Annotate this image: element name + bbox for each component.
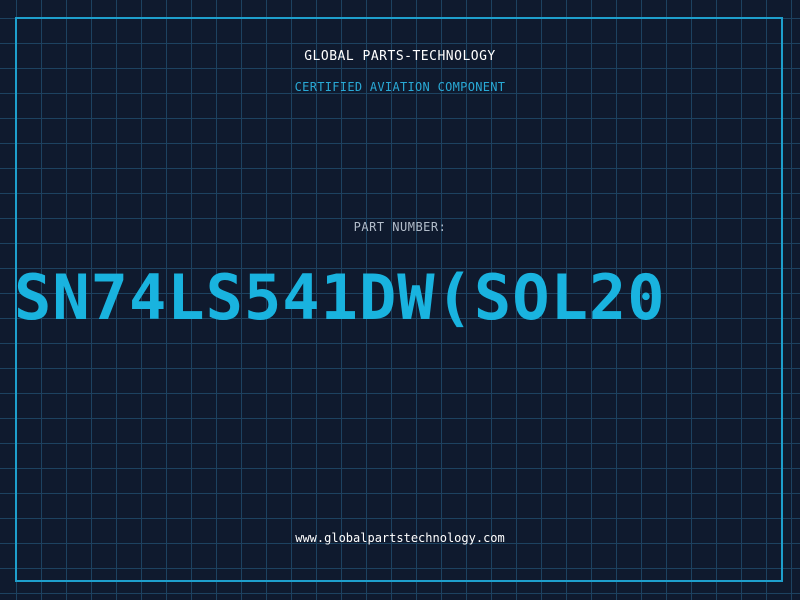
certificate-canvas: GLOBAL PARTS-TECHNOLOGY CERTIFIED AVIATI… xyxy=(0,0,800,600)
website-url: www.globalpartstechnology.com xyxy=(295,531,505,545)
part-number-label: PART NUMBER: xyxy=(353,220,447,234)
certification-tagline: CERTIFIED AVIATION COMPONENT xyxy=(294,80,506,94)
company-name: GLOBAL PARTS-TECHNOLOGY xyxy=(304,49,496,64)
part-number-value: SN74LS541DW(SOL20 xyxy=(14,261,666,334)
